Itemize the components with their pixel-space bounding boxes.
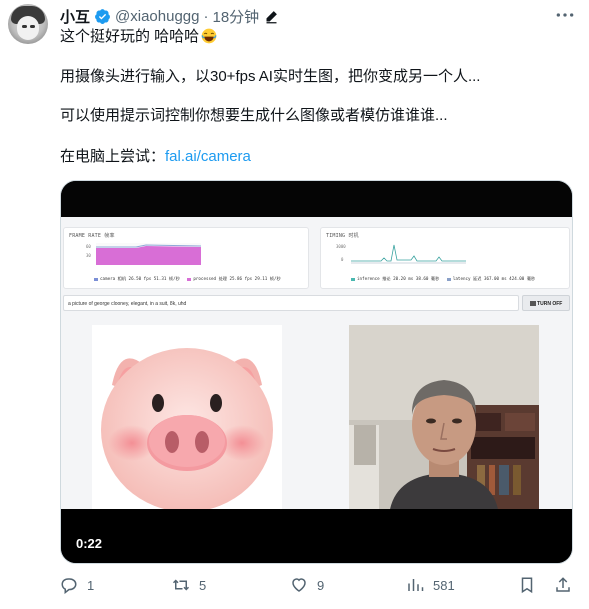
retweet-count: 5 [199, 577, 207, 593]
retweet-icon [172, 579, 190, 591]
camera-link[interactable]: fal.ai/camera [165, 148, 251, 165]
frame-rate-axis-top: 60 [86, 244, 91, 249]
tweet-text-line4: 在电脑上尝试：fal.ai/camera [60, 147, 251, 167]
timing-legend: inference 推论 20.20 ms 38.60 毫秒 latency 延… [351, 276, 535, 282]
timing-title: TIMING 时机 [326, 233, 359, 239]
frame-rate-title: FRAME RATE 帧率 [69, 233, 115, 239]
camera-legend: camera 相机 26.50 fps 51.31 帧/秒 [100, 276, 180, 281]
video-timestamp: 0:22 [76, 536, 103, 551]
timing-chart [351, 244, 466, 264]
timing-panel: TIMING 时机 3000 0 inference 推论 20.20 ms 3… [320, 227, 570, 289]
view-count: 581 [433, 577, 455, 593]
camera-off-icon [529, 301, 536, 306]
latency-legend: latency 延迟 367.00 ms 424.00 毫秒 [452, 276, 536, 281]
author-name[interactable]: 小互 [60, 6, 90, 27]
webcam-person-image [349, 325, 539, 515]
tweet-actions: 1 5 9 581 [60, 576, 573, 600]
video-player[interactable]: FRAME RATE 帧率 60 30 camera 相机 26.50 fps … [60, 180, 573, 564]
camera-input-feed [349, 325, 539, 515]
frame-rate-axis-bottom: 30 [86, 253, 91, 258]
latency-line [351, 244, 466, 262]
reply-count: 1 [87, 577, 95, 593]
tweet-text-line1: 这个挺好玩的 哈哈哈 [60, 27, 217, 47]
reply-button[interactable]: 1 [60, 576, 94, 594]
camera-app-screenshot: FRAME RATE 帧率 60 30 camera 相机 26.50 fps … [61, 217, 572, 515]
retweet-button[interactable]: 5 [172, 576, 206, 594]
tweet-text-line3: 可以使用提示词控制你想要生成什么图像或者模仿谁谁谁... [60, 107, 448, 124]
views-chart-icon [408, 579, 424, 591]
post-time[interactable]: 18分钟 [212, 6, 259, 27]
try-prefix: 在电脑上尝试： [60, 148, 166, 165]
avatar[interactable] [8, 4, 48, 44]
share-icon [556, 577, 570, 592]
turn-off-label: TURN OFF [537, 301, 563, 307]
views-button[interactable]: 581 [406, 576, 455, 594]
inference-legend: inference 推论 20.20 ms 38.60 毫秒 [357, 276, 440, 281]
timing-axis-top: 3000 [336, 244, 346, 249]
processed-legend: processed 处理 25.86 fps 29.11 帧/秒 [193, 276, 281, 281]
tweet-text-line1-content: 这个挺好玩的 哈哈哈 [60, 28, 200, 45]
processed-area [96, 246, 201, 265]
edit-icon [266, 10, 278, 23]
like-count: 9 [317, 577, 325, 593]
reply-icon [61, 578, 77, 594]
timing-axis-bottom: 0 [341, 257, 344, 262]
frame-rate-panel: FRAME RATE 帧率 60 30 camera 相机 26.50 fps … [63, 227, 309, 289]
laughing-emoji-icon [201, 28, 217, 44]
bookmark-button[interactable] [518, 576, 545, 594]
pig-face-image [92, 325, 282, 515]
video-top-bar [61, 181, 572, 217]
turn-off-button: TURN OFF [522, 295, 570, 311]
frame-rate-legend: camera 相机 26.50 fps 51.31 帧/秒 processed … [94, 276, 281, 282]
tweet-header: 小互 @xiaohuggg · 18分钟 [60, 6, 279, 26]
video-controls-bar [61, 509, 572, 563]
separator-dot: · [203, 7, 209, 25]
share-button[interactable] [554, 576, 581, 594]
prompt-input: a picture of george clooney, elegant, in… [63, 295, 519, 311]
bookmark-icon [521, 577, 533, 594]
like-button[interactable]: 9 [290, 576, 324, 594]
verified-badge-icon [95, 8, 110, 24]
heart-icon [292, 578, 306, 592]
author-handle[interactable]: @xiaohuggg [115, 8, 199, 25]
more-options-icon[interactable] [555, 8, 575, 22]
generated-output-feed [92, 325, 282, 515]
frame-rate-chart [96, 243, 201, 265]
tweet-text-line2: 用摄像头进行输入，以30+fps AI实时生图，把你变成另一个人... [60, 68, 481, 85]
